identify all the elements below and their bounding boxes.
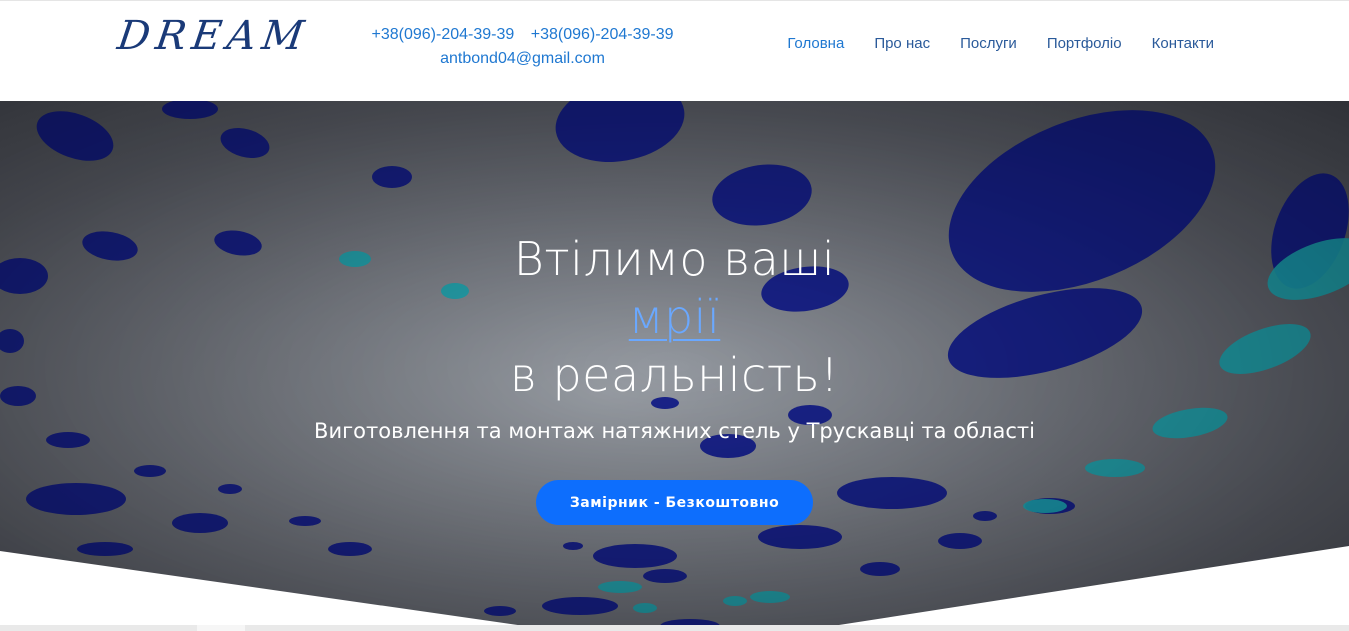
hero-subtitle: Виготовлення та монтаж натяжних стель у … [314,419,1035,443]
free-measurer-button[interactable]: Замірник - Безкоштовно [536,480,813,525]
hero-section: Втілимо ваші мрії в реальність! Виготовл… [0,101,1349,631]
hero-title: Втілимо ваші мрії в реальність! [0,230,1349,404]
logo[interactable]: DREAM [115,13,313,59]
hero-title-line-3: в реальність! [509,347,840,402]
site-header: DREAM +38(096)-204-39-39 +38(096)-204-39… [0,0,1349,101]
nav-item-about[interactable]: Про нас [859,32,945,56]
hero-title-accent: мрії [628,289,721,344]
nav-item-contacts[interactable]: Контакти [1137,32,1229,56]
hero-title-line-1: Втілимо ваші [513,231,836,286]
contacts-block: +38(096)-204-39-39 +38(096)-204-39-39 an… [360,23,685,71]
nav-item-home[interactable]: Головна [772,32,859,56]
phone-link-2[interactable]: +38(096)-204-39-39 [531,26,674,43]
phone-link-1[interactable]: +38(096)-204-39-39 [372,26,515,43]
email-link[interactable]: antbond04@gmail.com [440,50,605,67]
bottom-divider [0,625,1349,631]
nav-item-services[interactable]: Послуги [945,32,1032,56]
page: DREAM +38(096)-204-39-39 +38(096)-204-39… [0,0,1349,631]
bottom-tab-marker [197,625,245,631]
main-nav: Головна Про нас Послуги Портфоліо Контак… [772,32,1229,56]
nav-item-portfolio[interactable]: Портфоліо [1032,32,1137,56]
